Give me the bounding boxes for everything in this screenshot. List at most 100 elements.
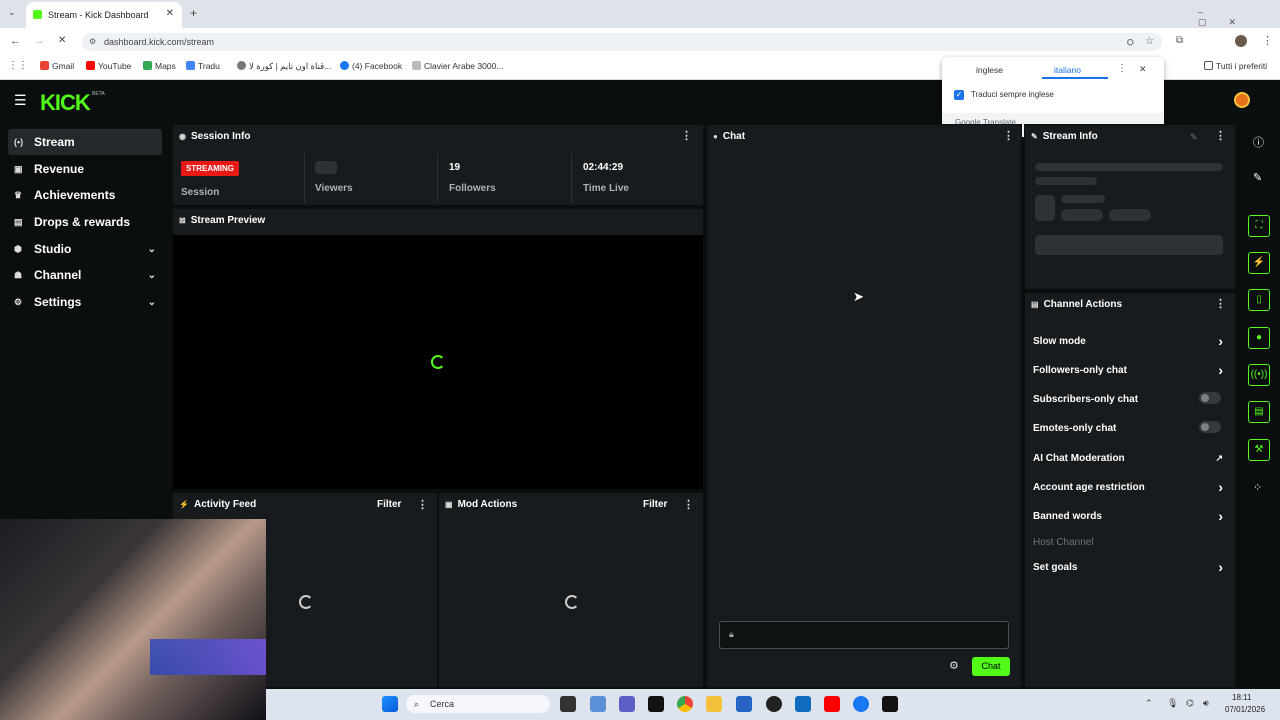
clip-icon[interactable]: ⛶ — [1248, 215, 1270, 237]
sidebar-item-stream[interactable]: (•) Stream — [8, 129, 162, 155]
widgets-icon[interactable] — [590, 696, 606, 712]
chat-input[interactable]: 🔒︎ — [719, 621, 1009, 649]
edit-icon[interactable]: ✎ — [1253, 171, 1262, 184]
time-live-value: 02:44:29 — [583, 162, 624, 173]
tab-list-icon[interactable]: ⌄ — [8, 7, 16, 18]
teams-icon[interactable] — [619, 696, 635, 712]
tiktok-icon[interactable] — [648, 696, 664, 712]
bookmark-facebook[interactable]: (4) Facebook — [340, 61, 402, 71]
all-bookmarks[interactable]: Tutti i preferiti — [1204, 61, 1267, 71]
youtube-app-icon[interactable] — [824, 696, 840, 712]
sidebar-item-achievements[interactable]: ♛ Achievements — [8, 182, 162, 208]
camera-icon: ⊠ — [179, 216, 186, 225]
set-goals-row[interactable]: Set goals › — [1033, 559, 1229, 575]
facebook-app-icon[interactable] — [853, 696, 869, 712]
browser-tab[interactable]: Stream - Kick Dashboard ✕ — [26, 2, 182, 28]
bookmark-star-icon[interactable]: ☆ — [1145, 33, 1154, 51]
channel-actions-panel: ▤ Channel Actions ⋮ Slow mode › Followers-… — [1024, 292, 1236, 688]
mic-icon[interactable]: 🎙︎ — [1167, 698, 1178, 709]
chat-settings-icon[interactable]: ⚙ — [949, 659, 959, 672]
account-age-row[interactable]: Account age restriction › — [1033, 479, 1229, 495]
always-translate-checkbox[interactable]: ✓ — [954, 90, 964, 100]
viewers-label: Viewers — [315, 183, 353, 194]
loading-spinner — [565, 595, 579, 609]
netflix-icon[interactable] — [882, 696, 898, 712]
sidebar-item-settings[interactable]: ⚙ Settings ⌄ — [8, 289, 162, 315]
browser-menu-icon[interactable]: ⋮ — [1262, 34, 1273, 47]
followers-only-row[interactable]: Followers-only chat › — [1033, 362, 1229, 378]
window-controls[interactable]: –▢✕ — [1198, 7, 1280, 28]
sidebar-item-studio[interactable]: ⬢ Studio ⌄ — [8, 236, 162, 262]
folder-icon — [1204, 61, 1213, 70]
layout-icon[interactable]: ▤ — [1248, 401, 1270, 423]
bookmark-translate[interactable]: Tradu — [186, 61, 220, 71]
bookmark-maps[interactable]: Maps — [143, 61, 176, 71]
chat-bubble-icon: ● — [713, 132, 718, 141]
more-options-icon[interactable]: ⋮ — [1215, 129, 1226, 142]
forward-icon[interactable]: → — [34, 35, 45, 47]
notes-icon[interactable]: ▯ — [1248, 289, 1270, 311]
back-icon[interactable]: ← — [10, 35, 21, 47]
translate-icon[interactable]: ⛭ — [1127, 33, 1134, 51]
profile-avatar[interactable] — [1235, 35, 1247, 47]
site-info-icon[interactable]: ⚙ — [89, 33, 96, 51]
panel-title: ▣ Mod Actions — [445, 499, 518, 510]
popup-close-icon[interactable]: ✕ — [1139, 64, 1147, 75]
more-options-icon[interactable]: ⋮ — [681, 129, 692, 142]
chat-icon[interactable]: ● — [1248, 327, 1270, 349]
file-explorer-icon[interactable] — [706, 696, 722, 712]
volume-icon[interactable]: 🔊︎ — [1203, 698, 1209, 709]
kick-logo[interactable]: KICK — [40, 90, 91, 116]
sidebar-item-revenue[interactable]: ▣ Revenue — [8, 156, 162, 182]
more-options-icon[interactable]: ⋮ — [417, 498, 428, 511]
more-options-icon[interactable]: ⋮ — [683, 498, 694, 511]
popup-menu-icon[interactable]: ⋮ — [1117, 63, 1127, 74]
network-icon[interactable]: ⌬ — [1186, 698, 1194, 709]
store-icon[interactable] — [736, 696, 752, 712]
outlook-icon[interactable] — [795, 696, 811, 712]
tab-close-icon[interactable]: ✕ — [166, 8, 174, 19]
bookmark-clavier[interactable]: Clavier Arabe 3000... — [412, 61, 503, 71]
external-link-icon: ↗ — [1215, 453, 1223, 463]
lang-tab-inglese[interactable]: inglese — [976, 65, 1003, 75]
ai-moderation-row[interactable]: AI Chat Moderation ↗ — [1033, 453, 1229, 464]
stop-loading-icon[interactable]: ✕ — [58, 35, 66, 46]
filter-button[interactable]: Filter — [643, 499, 667, 510]
chrome-icon[interactable] — [677, 696, 693, 712]
new-tab-icon[interactable]: + — [190, 6, 197, 20]
more-widgets-icon[interactable]: ⁘ — [1253, 481, 1262, 494]
slow-mode-row[interactable]: Slow mode › — [1033, 333, 1229, 349]
loading-spinner — [431, 355, 445, 369]
bookmark-arabic-site[interactable]: قناة اون تايم | كورة لا... — [237, 61, 331, 72]
bookmark-youtube[interactable]: YouTube — [86, 61, 131, 71]
subscribers-only-toggle[interactable] — [1199, 392, 1221, 404]
filter-button[interactable]: Filter — [377, 499, 401, 510]
lightning-icon[interactable]: ⚡ — [1248, 252, 1270, 274]
apps-icon[interactable]: ⋮⋮ — [8, 60, 28, 71]
task-view-icon[interactable] — [560, 696, 576, 712]
more-options-icon[interactable]: ⋮ — [1003, 129, 1014, 142]
clock-time[interactable]: 18:11 — [1232, 693, 1251, 702]
info-icon[interactable]: ⓘ — [1253, 134, 1264, 150]
clock-date[interactable]: 07/01/2026 — [1225, 705, 1265, 714]
tray-chevron-icon[interactable]: ⌃ — [1145, 698, 1153, 709]
sidebar-item-drops[interactable]: ▤ Drops & rewards — [8, 209, 162, 235]
address-bar[interactable]: ⚙ dashboard.kick.com/stream ⛭ ☆ — [82, 33, 1162, 51]
url-text: dashboard.kick.com/stream — [104, 37, 215, 47]
wrench-icon[interactable]: ⚒ — [1248, 439, 1270, 461]
windows-start-icon[interactable] — [382, 696, 398, 712]
edit-pencil-icon[interactable]: ✎ — [1190, 132, 1198, 143]
taskbar-search[interactable]: ⌕ Cerca — [406, 695, 550, 713]
obs-icon[interactable] — [766, 696, 782, 712]
user-avatar[interactable] — [1234, 92, 1250, 108]
chat-send-button[interactable]: Chat — [972, 657, 1010, 676]
more-options-icon[interactable]: ⋮ — [1215, 297, 1226, 310]
sidebar-item-channel[interactable]: ☗ Channel ⌄ — [8, 262, 162, 288]
lang-tab-italiano[interactable]: italiano — [1054, 65, 1081, 75]
hamburger-icon[interactable]: ☰ — [14, 92, 27, 109]
emotes-only-toggle[interactable] — [1199, 421, 1221, 433]
broadcast-icon[interactable]: ((•)) — [1248, 364, 1270, 386]
extensions-icon[interactable]: ⧉ — [1176, 35, 1183, 46]
banned-words-row[interactable]: Banned words › — [1033, 508, 1229, 524]
bookmark-gmail[interactable]: Gmail — [40, 61, 74, 71]
